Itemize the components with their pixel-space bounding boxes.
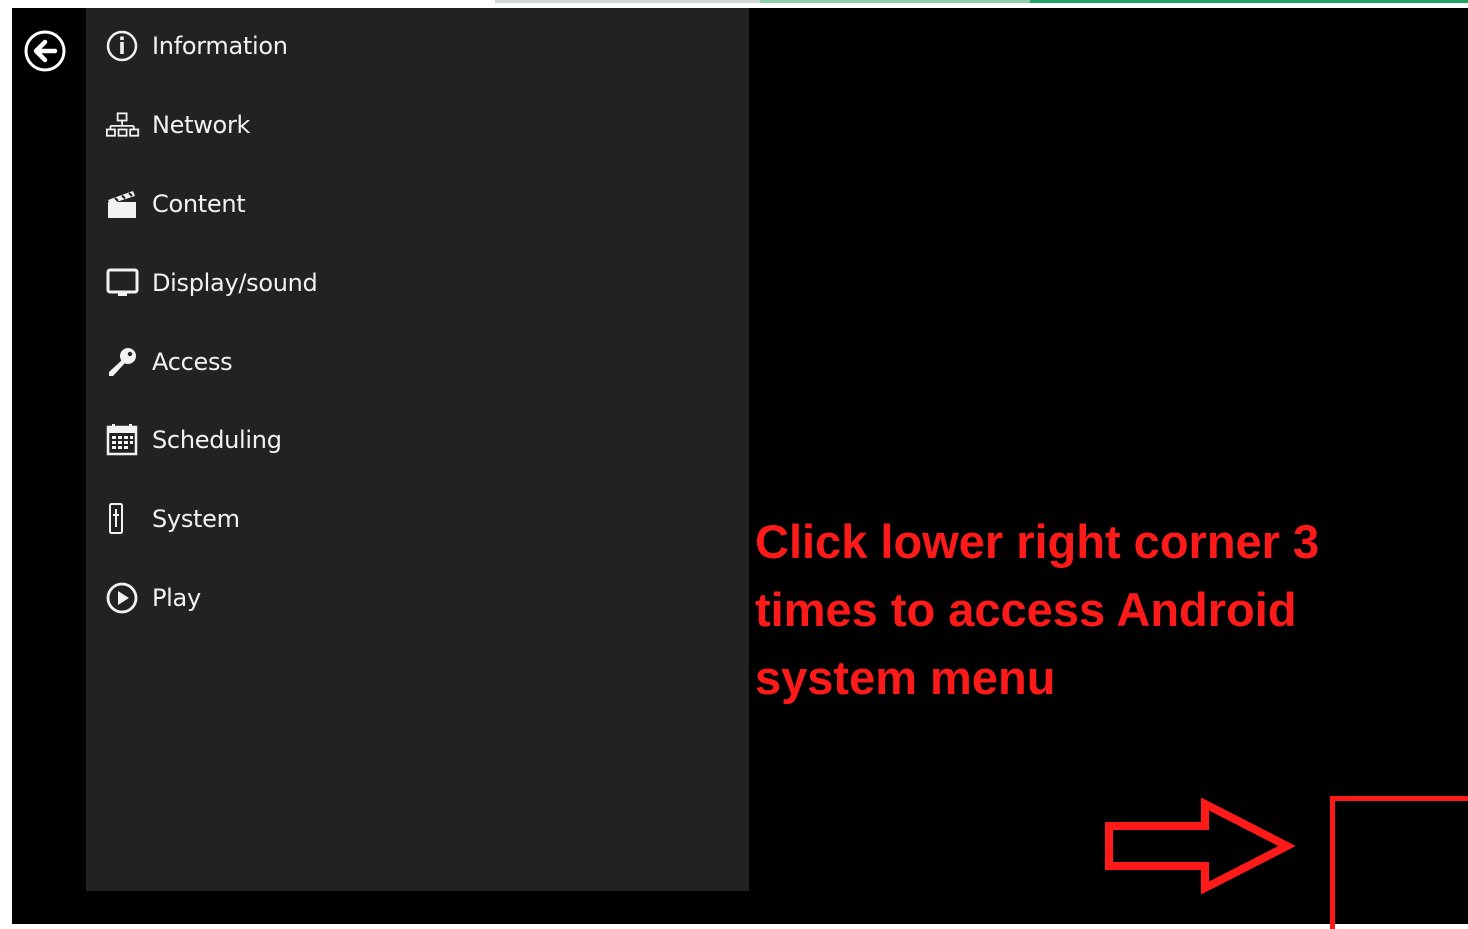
- menu-item-information[interactable]: Information: [106, 26, 706, 66]
- monitor-icon: [106, 266, 140, 300]
- menu-item-label: Network: [152, 111, 251, 139]
- menu-item-system[interactable]: System: [106, 499, 706, 539]
- calendar-icon: [106, 423, 140, 457]
- annotation-line: Click lower right corner 3: [755, 515, 1320, 568]
- menu-item-label: Scheduling: [152, 426, 282, 454]
- menu-item-label: Access: [152, 348, 233, 376]
- settings-menu-panel: Information Network Content Display/soun…: [86, 8, 749, 891]
- menu-item-label: Information: [152, 32, 288, 60]
- menu-item-play[interactable]: Play: [106, 578, 706, 618]
- network-icon: [106, 108, 140, 142]
- annotation-line: system menu: [755, 651, 1056, 704]
- annotation-line: times to access Android: [755, 583, 1297, 636]
- lower-right-corner-target[interactable]: [1330, 796, 1468, 929]
- menu-item-network[interactable]: Network: [106, 105, 706, 145]
- system-icon: [106, 502, 140, 536]
- instruction-annotation: Click lower right corner 3 times to acce…: [755, 508, 1455, 712]
- menu-item-label: System: [152, 505, 240, 533]
- menu-item-label: Display/sound: [152, 269, 318, 297]
- top-strip: [0, 0, 1468, 8]
- settings-screen: Information Network Content Display/soun…: [12, 8, 1468, 929]
- top-strip-segment: [1030, 0, 1468, 3]
- key-icon: [106, 345, 140, 379]
- menu-item-label: Play: [152, 584, 201, 612]
- top-strip-segment: [495, 0, 760, 3]
- menu-item-label: Content: [152, 190, 246, 218]
- top-strip-segment: [760, 0, 1030, 3]
- clapperboard-icon: [106, 187, 140, 221]
- menu-item-display-sound[interactable]: Display/sound: [106, 263, 706, 303]
- back-arrow-icon: [24, 30, 66, 72]
- back-button[interactable]: [24, 30, 66, 72]
- right-arrow-icon: [1105, 798, 1295, 894]
- info-icon: [106, 29, 140, 63]
- play-icon: [106, 581, 140, 615]
- menu-item-scheduling[interactable]: Scheduling: [106, 420, 706, 460]
- menu-item-access[interactable]: Access: [106, 342, 706, 382]
- menu-item-content[interactable]: Content: [106, 184, 706, 224]
